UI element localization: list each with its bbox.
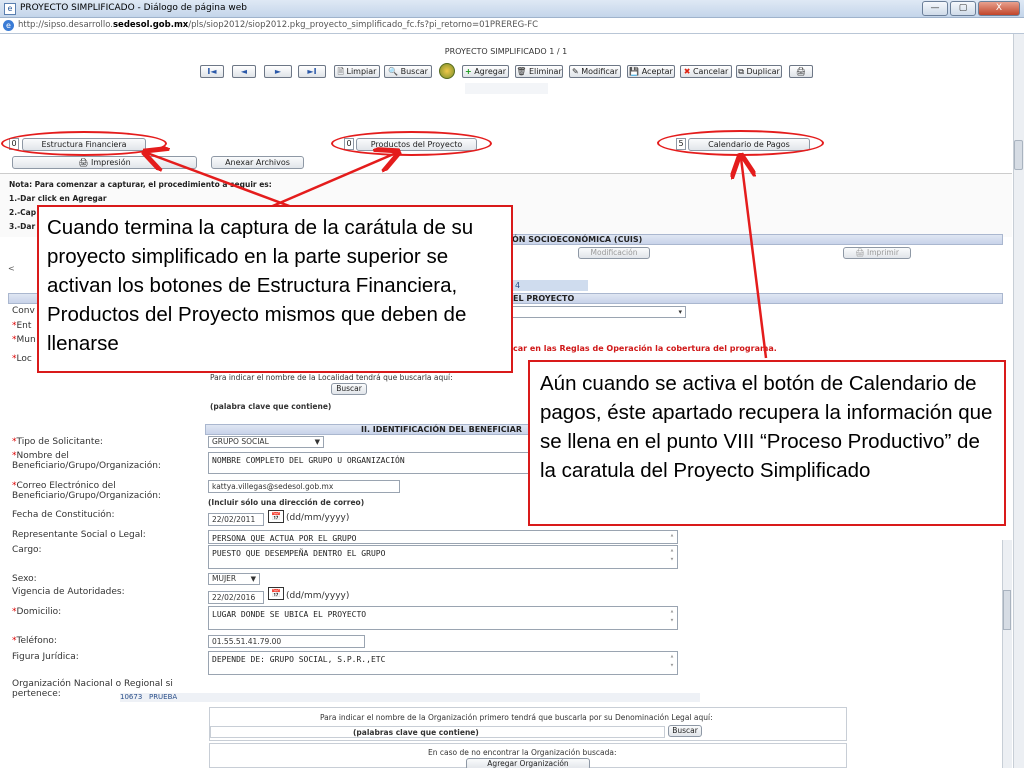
arrow-to-estructura: [147, 153, 301, 212]
callout-left: Cuando termina la captura de la carátula…: [37, 205, 513, 373]
callout-right: Aún cuando se activa el botón de Calenda…: [528, 360, 1006, 526]
arrow-to-productos: [267, 153, 396, 210]
arrow-to-calendario: [741, 158, 768, 359]
